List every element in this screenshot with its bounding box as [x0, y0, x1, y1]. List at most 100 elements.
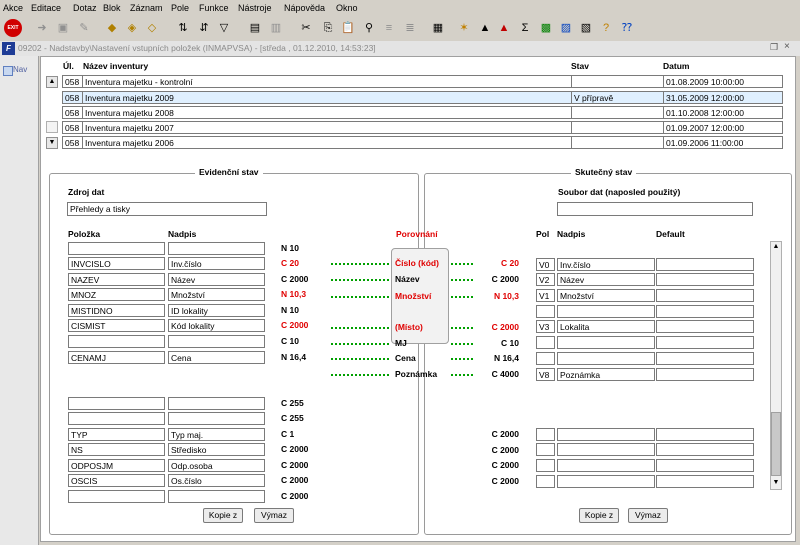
row-datum[interactable]: 31.05.2009 12:00:00	[663, 91, 783, 104]
alert-icon[interactable]: ▲	[496, 20, 512, 36]
mountain-icon[interactable]: ▲	[477, 20, 493, 36]
default-field[interactable]	[656, 352, 754, 365]
nadpis-field[interactable]: Cena	[168, 351, 265, 364]
word-icon[interactable]: ▨	[558, 20, 574, 36]
forward-icon[interactable]: ➜	[34, 20, 50, 36]
pol-field[interactable]: V1	[536, 289, 555, 302]
right-copy-button[interactable]: Kopie z	[579, 508, 619, 523]
menu-nastroje[interactable]: Nástroje	[238, 3, 272, 13]
nadpis-field[interactable]: Množství	[557, 289, 655, 302]
nadpis-field[interactable]: Kód lokality	[168, 319, 265, 332]
pol-field[interactable]: V2	[536, 273, 555, 286]
exit-icon[interactable]: EXIT	[4, 19, 22, 37]
polozka-field[interactable]	[68, 335, 165, 348]
default-field[interactable]	[656, 320, 754, 333]
nadpis-field[interactable]: Os.číslo	[168, 474, 265, 487]
polozka-field[interactable]	[68, 397, 165, 410]
pol-field[interactable]: V8	[536, 368, 555, 381]
insert-row-icon[interactable]: ≡	[381, 20, 397, 36]
scroll-thumb[interactable]	[771, 412, 781, 476]
menu-pole[interactable]: Pole	[171, 3, 189, 13]
filter-icon[interactable]: ▽	[216, 20, 232, 36]
polozka-field[interactable]: CENAMJ	[68, 351, 165, 364]
default-field[interactable]	[656, 258, 754, 271]
pol-field[interactable]	[536, 475, 555, 488]
nadpis-field[interactable]	[168, 335, 265, 348]
nadpis-field[interactable]: Inv.číslo	[557, 258, 655, 271]
pol-field[interactable]	[536, 352, 555, 365]
row-name[interactable]: Inventura majetku - kontrolní	[82, 75, 572, 88]
help-icon[interactable]: ?	[598, 20, 614, 36]
source-field[interactable]: Přehledy a tisky	[67, 202, 267, 216]
nadpis-field[interactable]: Název	[168, 273, 265, 286]
scroll-down-icon[interactable]: ▼	[771, 478, 781, 488]
save-icon[interactable]: ▣	[55, 20, 71, 36]
pol-field[interactable]: V0	[536, 258, 555, 271]
default-field[interactable]	[656, 443, 754, 456]
pol-field[interactable]: V3	[536, 320, 555, 333]
row-ul[interactable]: 058	[62, 91, 83, 104]
excel-icon[interactable]: ▩	[538, 20, 554, 36]
menu-okno[interactable]: Okno	[336, 3, 358, 13]
nadpis-field[interactable]	[557, 459, 655, 472]
scroll-down-icon[interactable]: ▼	[46, 137, 58, 149]
nadpis-field[interactable]: Lokalita	[557, 320, 655, 333]
right-source-field[interactable]	[557, 202, 753, 216]
polozka-field[interactable]: CISMIST	[68, 319, 165, 332]
sum-icon[interactable]: Σ	[517, 20, 533, 36]
row-stav[interactable]: V přípravě	[571, 91, 664, 104]
delete-row-icon[interactable]: ≣	[402, 20, 418, 36]
polozka-field[interactable]: OSCIS	[68, 474, 165, 487]
preview-icon[interactable]: ▥	[268, 20, 284, 36]
query-cancel-icon[interactable]: ◇	[144, 20, 160, 36]
menu-funkce[interactable]: Funkce	[199, 3, 229, 13]
nadpis-field[interactable]	[557, 305, 655, 318]
paste-icon[interactable]: 📋	[340, 20, 356, 36]
menu-dotaz[interactable]: Dotaz	[73, 3, 97, 13]
nadpis-field[interactable]: Množství	[168, 288, 265, 301]
menu-blok[interactable]: Blok	[103, 3, 121, 13]
left-delete-button[interactable]: Výmaz	[254, 508, 294, 523]
row-datum[interactable]: 01.09.2007 12:00:00	[663, 121, 783, 134]
find-icon[interactable]: ⚲	[361, 20, 377, 36]
nadpis-field[interactable]: Typ maj.	[168, 428, 265, 441]
row-name[interactable]: Inventura majetku 2008	[82, 106, 572, 119]
nadpis-field[interactable]: Název	[557, 273, 655, 286]
restore-icon[interactable]: ❐	[770, 42, 778, 53]
settings-icon[interactable]: ✶	[456, 20, 472, 36]
nadpis-field[interactable]	[168, 412, 265, 425]
pol-field[interactable]	[536, 459, 555, 472]
polozka-field[interactable]	[68, 412, 165, 425]
row-stav[interactable]	[571, 121, 664, 134]
pol-field[interactable]	[536, 336, 555, 349]
query-enter-icon[interactable]: ◆	[104, 20, 120, 36]
default-field[interactable]	[656, 475, 754, 488]
default-field[interactable]	[656, 428, 754, 441]
cut-icon[interactable]: ✂	[298, 20, 314, 36]
default-field[interactable]	[656, 459, 754, 472]
polozka-field[interactable]: MISTIDNO	[68, 304, 165, 317]
nadpis-field[interactable]	[557, 428, 655, 441]
nadpis-field[interactable]	[557, 352, 655, 365]
polozka-field[interactable]: NS	[68, 443, 165, 456]
menu-editace[interactable]: Editace	[31, 3, 61, 13]
row-ul[interactable]: 058	[62, 106, 83, 119]
navigator-label[interactable]: Nav	[13, 65, 27, 74]
sort-desc-icon[interactable]: ⇵	[196, 20, 212, 36]
sort-asc-icon[interactable]: ⇅	[175, 20, 191, 36]
scroll-up-icon[interactable]: ▲	[46, 76, 58, 88]
polozka-field[interactable]: TYP	[68, 428, 165, 441]
menu-zaznam[interactable]: Záznam	[130, 3, 163, 13]
calculator-icon[interactable]: ▦	[430, 20, 446, 36]
row-datum[interactable]: 01.08.2009 10:00:00	[663, 75, 783, 88]
row-stav[interactable]	[571, 106, 664, 119]
default-field[interactable]	[656, 368, 754, 381]
close-icon[interactable]: ×	[784, 41, 790, 52]
pol-field[interactable]	[536, 428, 555, 441]
polozka-field[interactable]: MNOZ	[68, 288, 165, 301]
nadpis-field[interactable]: Středisko	[168, 443, 265, 456]
menu-akce[interactable]: Akce	[3, 3, 23, 13]
default-field[interactable]	[656, 289, 754, 302]
row-name[interactable]: Inventura majetku 2007	[82, 121, 572, 134]
nadpis-field[interactable]: Poznámka	[557, 368, 655, 381]
